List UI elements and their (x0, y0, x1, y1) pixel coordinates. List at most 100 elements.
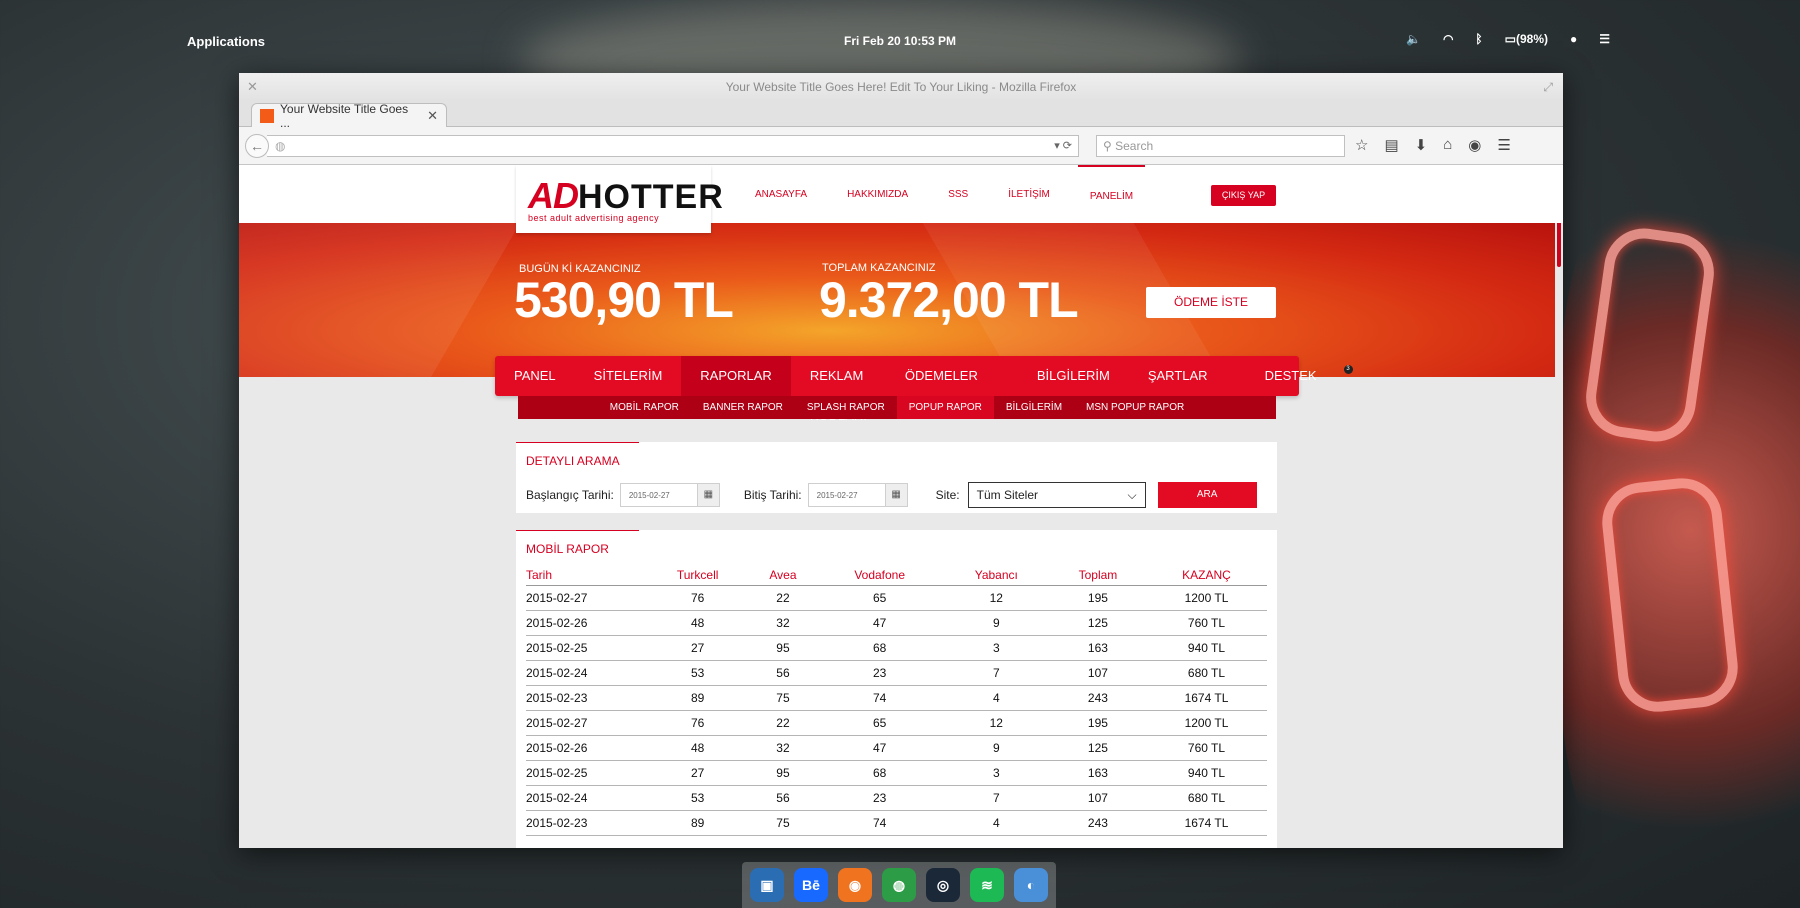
clock[interactable]: Fri Feb 20 10:53 PM (844, 34, 956, 48)
table-cell: 243 (1049, 810, 1146, 836)
table-row: 2015-02-26 48 32 47 9 125 760 TL (526, 610, 1267, 636)
nav-bilgilerim[interactable]: BİLGİLERİM (1018, 356, 1129, 396)
table-cell: 2015-02-26 (526, 610, 646, 636)
notifications-icon[interactable]: ● (1570, 32, 1577, 46)
column-header[interactable]: Tarih (526, 564, 646, 586)
table-cell: 760 TL (1146, 610, 1267, 636)
reading-list-icon[interactable]: ▤ (1384, 136, 1398, 154)
site-select[interactable]: Tüm Siteler ⌵ (967, 482, 1146, 508)
topnav-panelim[interactable]: PANELİM (1077, 165, 1146, 202)
url-bar[interactable]: ◍ ▾ ⟳ (267, 135, 1079, 157)
column-header[interactable]: Turkcell (646, 564, 750, 586)
subnav-popup-rapor[interactable]: POPUP RAPOR (896, 396, 994, 419)
search-button[interactable]: ARA (1157, 482, 1257, 508)
column-header[interactable]: Avea (749, 564, 817, 586)
bookmark-star-icon[interactable]: ☆ (1355, 136, 1368, 154)
nav-reklam-kodlari[interactable]: REKLAM KODLARI (791, 356, 886, 423)
chrome-icon[interactable]: ◍ (882, 868, 916, 902)
dock: ▣ Bē ◉ ◍ ◎ ≋ ◐ (742, 862, 1056, 908)
chevron-down-icon: ⌵ (1127, 488, 1137, 502)
column-header[interactable]: KAZANÇ (1146, 564, 1267, 586)
nav-sartlar[interactable]: ŞARTLAR (1129, 356, 1227, 396)
browser-tab[interactable]: Your Website Title Goes ... ✕ (251, 102, 447, 130)
home-icon[interactable]: ⌂ (1443, 136, 1452, 154)
chat-icon[interactable]: ◉ (1468, 136, 1481, 154)
bluetooth-icon[interactable]: ᛒ (1475, 32, 1482, 46)
hamburger-menu-icon[interactable]: ☰ (1497, 136, 1510, 154)
nav-sitelerim[interactable]: SİTELERİM (575, 356, 682, 396)
end-date-input[interactable]: 2015-02-27 ▦ (807, 483, 908, 507)
battery-indicator[interactable]: ▭ (98%) (1505, 32, 1548, 46)
topnav-sss[interactable]: SSS (948, 189, 968, 202)
spotify-icon[interactable]: ≋ (970, 868, 1004, 902)
column-header[interactable]: Vodafone (816, 564, 943, 586)
calendar-icon[interactable]: ▦ (884, 484, 907, 506)
request-payment-button[interactable]: ÖDEME İSTE (1146, 287, 1276, 318)
window-maximize-icon[interactable]: ⤢ (1543, 73, 1553, 101)
table-cell: 4 (942, 685, 1050, 711)
table-cell: 1200 TL (1146, 585, 1267, 611)
volume-icon[interactable]: 🔈 (1406, 32, 1421, 46)
behance-icon[interactable]: Bē (794, 868, 828, 902)
table-cell: 65 (816, 710, 943, 736)
firefox-icon[interactable]: ◉ (838, 868, 872, 902)
subnav-bilgilerim[interactable]: BİLGİLERİM (994, 396, 1074, 419)
logout-button[interactable]: ÇIKIŞ YAP (1211, 185, 1276, 206)
table-cell: 9 (942, 735, 1050, 761)
terminal-icon[interactable]: ▣ (750, 868, 784, 902)
site-logo[interactable]: ADHOTTER best adult advertising agency (516, 165, 723, 233)
site-header: ADHOTTER best adult advertising agency A… (239, 165, 1563, 233)
calendar-icon[interactable]: ▦ (696, 484, 719, 506)
table-cell: 107 (1049, 660, 1146, 686)
table-cell: 22 (749, 710, 817, 736)
end-date-label: Bitiş Tarihi: (743, 488, 802, 502)
today-earnings-value: 530,90 TL (514, 272, 734, 328)
table-cell: 2015-02-25 (526, 635, 646, 661)
tab-close-icon[interactable]: ✕ (427, 108, 438, 124)
table-cell: 3 (942, 635, 1050, 661)
site-identity-icon[interactable]: ◍ (275, 139, 285, 153)
subnav-msn-popup-rapor[interactable]: MSN POPUP RAPOR (1074, 396, 1196, 419)
table-cell: 76 (646, 710, 750, 736)
nav-destek-label: DESTEK (1264, 368, 1317, 383)
back-button[interactable]: ← (245, 134, 269, 158)
table-cell: 74 (816, 810, 943, 836)
column-header[interactable]: Toplam (1049, 564, 1146, 586)
session-menu-icon[interactable]: ☰ (1599, 32, 1610, 46)
applications-menu[interactable]: Applications (187, 34, 265, 49)
downloads-icon[interactable]: ⬇ (1415, 136, 1428, 154)
table-cell: 7 (942, 785, 1050, 811)
window-close-icon[interactable]: ✕ (247, 73, 258, 101)
subnav-splash-rapor[interactable]: SPLASH RAPOR (795, 396, 897, 419)
subnav-banner-rapor[interactable]: BANNER RAPOR (691, 396, 795, 419)
nav-panel[interactable]: PANEL (495, 356, 575, 396)
table-cell: 48 (646, 610, 750, 636)
start-date-input[interactable]: 2015-02-27 ▦ (619, 483, 720, 507)
table-row: 2015-02-23 89 75 74 4 243 1674 TL (526, 685, 1267, 711)
nav-destek[interactable]: DESTEK 3 (1227, 356, 1355, 396)
wifi-icon[interactable]: ◠ (1443, 32, 1453, 46)
table-row: 2015-02-24 53 56 23 7 107 680 TL (526, 785, 1267, 811)
table-cell: 75 (749, 810, 817, 836)
column-header[interactable]: Yabancı (942, 564, 1050, 586)
table-cell: 12 (942, 585, 1050, 611)
nav-raporlar[interactable]: RAPORLAR (681, 356, 791, 396)
search-panel-title: DETAYLI ARAMA (516, 442, 1277, 468)
table-row: 2015-02-27 76 22 65 12 195 1200 TL (526, 710, 1267, 736)
table-cell: 89 (646, 810, 750, 836)
table-cell: 2015-02-24 (526, 660, 646, 686)
table-cell: 53 (646, 660, 750, 686)
search-input[interactable]: ⚲ Search (1096, 135, 1345, 157)
reload-icon[interactable]: ▾ ⟳ (1054, 139, 1072, 152)
topnav-hakkimizda[interactable]: HAKKIMIZDA (847, 189, 908, 202)
steam-icon[interactable]: ◎ (926, 868, 960, 902)
table-cell: 940 TL (1146, 760, 1267, 786)
topnav-iletisim[interactable]: İLETİŞİM (1008, 189, 1050, 202)
main-navigation: PANEL SİTELERİM RAPORLAR REKLAM KODLARI … (495, 356, 1353, 423)
nav-odemeler[interactable]: ÖDEMELER (886, 356, 1018, 396)
table-cell: 27 (646, 760, 750, 786)
topnav-anasayfa[interactable]: ANASAYFA (755, 189, 807, 202)
settings-toggle-icon[interactable]: ◐ (1014, 868, 1048, 902)
subnav-mobil-rapor[interactable]: MOBİL RAPOR (598, 396, 691, 419)
table-cell: 76 (646, 585, 750, 611)
